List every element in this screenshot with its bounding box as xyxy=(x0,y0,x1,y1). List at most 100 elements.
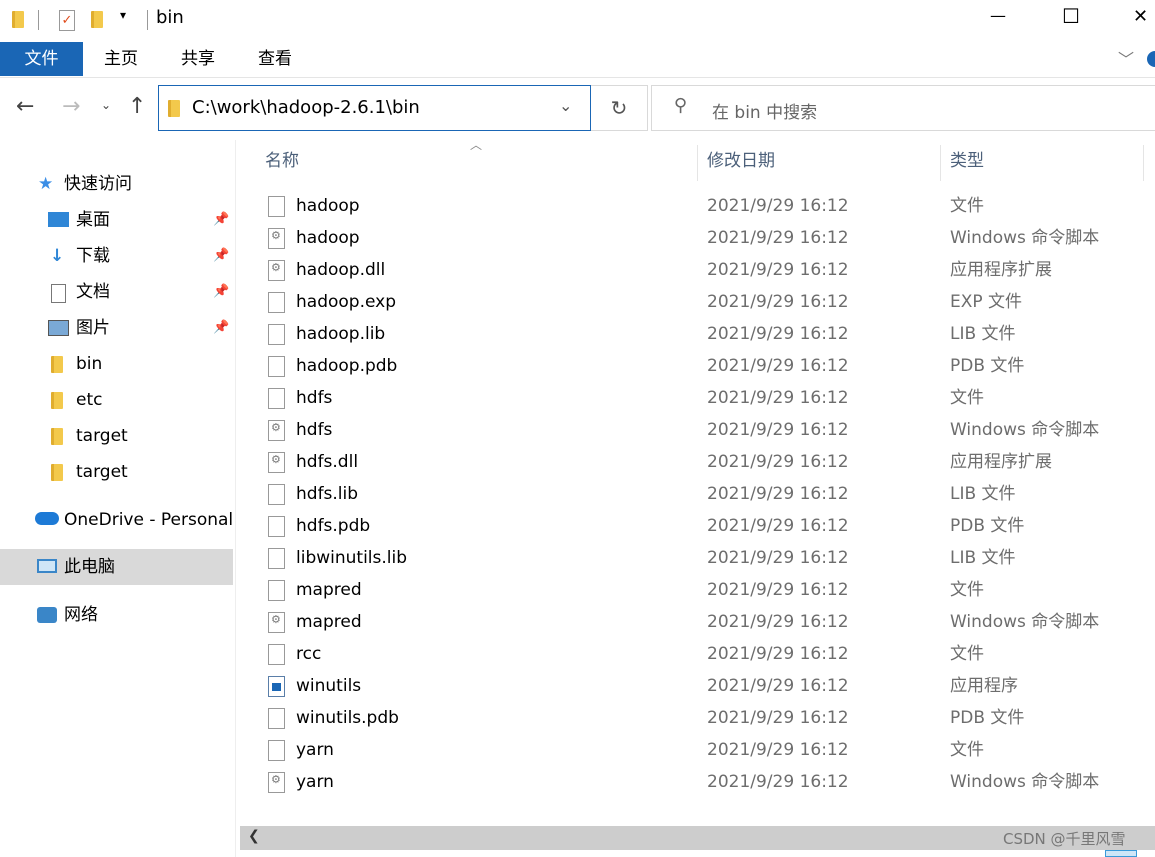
expand-ribbon-icon[interactable]: ﹀ xyxy=(1118,46,1134,70)
sidebar-item-etc[interactable]: etc xyxy=(0,382,233,418)
pin-icon[interactable]: 📌 xyxy=(213,310,229,346)
file-type: LIB 文件 xyxy=(950,548,1016,568)
address-path[interactable]: C:\work\hadoop-2.6.1\bin xyxy=(192,97,420,118)
column-header-date[interactable]: 修改日期 xyxy=(698,145,941,181)
file-row[interactable]: hadoop 2021/9/29 16:12 文件 xyxy=(240,190,1140,222)
file-row[interactable]: hdfs 2021/9/29 16:12 Windows 命令脚本 xyxy=(240,412,1140,446)
file-row[interactable]: yarn 2021/9/29 16:12 文件 xyxy=(240,734,1140,766)
file-row[interactable]: hdfs.dll 2021/9/29 16:12 应用程序扩展 xyxy=(240,444,1140,478)
sidebar-item-pictures[interactable]: 图片 📌 xyxy=(0,310,233,346)
file-name: yarn xyxy=(296,740,334,760)
file-row[interactable]: hdfs.pdb 2021/9/29 16:12 PDB 文件 xyxy=(240,510,1140,542)
file-row[interactable]: mapred 2021/9/29 16:12 Windows 命令脚本 xyxy=(240,604,1140,638)
view-toggle-button[interactable] xyxy=(1105,850,1137,857)
address-dropdown-icon[interactable]: ⌄ xyxy=(559,96,572,115)
computer-icon xyxy=(37,559,57,573)
file-row[interactable]: yarn 2021/9/29 16:12 Windows 命令脚本 xyxy=(240,764,1140,798)
cloud-icon xyxy=(35,512,59,525)
folder-icon xyxy=(12,11,24,28)
sidebar-item-desktop[interactable]: 桌面 📌 xyxy=(0,202,233,238)
file-name: hadoop xyxy=(296,228,360,248)
title-bar: ✓ ▾ bin — ☐ ✕ xyxy=(0,0,1155,40)
file-name: mapred xyxy=(296,580,362,600)
file-row[interactable]: hadoop.exp 2021/9/29 16:12 EXP 文件 xyxy=(240,286,1140,318)
sidebar-item-label: target xyxy=(76,426,128,446)
address-bar[interactable]: C:\work\hadoop-2.6.1\bin ⌄ xyxy=(158,85,591,131)
customize-toolbar-icon[interactable]: ▾ xyxy=(120,8,126,22)
file-name: hadoop.lib xyxy=(296,324,386,344)
recent-locations-icon[interactable]: ⌄ xyxy=(101,98,111,112)
pin-icon[interactable]: 📌 xyxy=(213,238,229,274)
sidebar-item-network[interactable]: 网络 xyxy=(0,597,233,633)
file-row[interactable]: winutils 2021/9/29 16:12 应用程序 xyxy=(240,670,1140,702)
file-row[interactable]: hadoop.dll 2021/9/29 16:12 应用程序扩展 xyxy=(240,252,1140,286)
sidebar-item-label: target xyxy=(76,462,128,482)
file-type: LIB 文件 xyxy=(950,484,1016,504)
tab-home[interactable]: 主页 xyxy=(90,42,152,76)
tab-share[interactable]: 共享 xyxy=(167,42,229,76)
sidebar-item-target[interactable]: target xyxy=(0,454,233,490)
file-name: winutils xyxy=(296,676,362,696)
help-icon[interactable] xyxy=(1147,51,1155,67)
sidebar-item-target[interactable]: target xyxy=(0,418,233,454)
file-row[interactable]: hdfs.lib 2021/9/29 16:12 LIB 文件 xyxy=(240,478,1140,510)
sidebar-item-label: 网络 xyxy=(64,605,98,625)
file-date: 2021/9/29 16:12 xyxy=(707,548,849,568)
new-folder-icon[interactable] xyxy=(91,11,103,28)
tab-view[interactable]: 查看 xyxy=(244,42,306,76)
forward-button[interactable]: → xyxy=(62,94,80,119)
maximize-button[interactable]: ☐ xyxy=(1062,4,1080,28)
file-date: 2021/9/29 16:12 xyxy=(707,740,849,760)
sidebar-item-downloads[interactable]: ↓ 下载 📌 xyxy=(0,238,233,274)
application-icon xyxy=(268,676,285,697)
column-header-name[interactable]: 名称 xyxy=(237,145,698,181)
file-type: 应用程序 xyxy=(950,676,1018,696)
pin-icon[interactable]: 📌 xyxy=(213,274,229,310)
scroll-left-icon[interactable]: ❮ xyxy=(248,828,260,844)
refresh-button[interactable]: ↻ xyxy=(591,85,648,131)
tab-file[interactable]: 文件 xyxy=(0,42,83,76)
search-icon: ⚲ xyxy=(674,95,688,116)
file-type: PDB 文件 xyxy=(950,708,1025,728)
search-input[interactable]: ⚲ 在 bin 中搜索 xyxy=(651,85,1155,131)
pin-icon[interactable]: 📌 xyxy=(213,202,229,238)
sidebar-item-onedrive[interactable]: OneDrive - Personal xyxy=(0,502,233,538)
file-row[interactable]: libwinutils.lib 2021/9/29 16:12 LIB 文件 xyxy=(240,542,1140,574)
watermark: CSDN @千里风雪 xyxy=(1003,830,1126,848)
file-row[interactable]: hadoop 2021/9/29 16:12 Windows 命令脚本 xyxy=(240,220,1140,254)
file-row[interactable]: mapred 2021/9/29 16:12 文件 xyxy=(240,574,1140,606)
file-date: 2021/9/29 16:12 xyxy=(707,420,849,440)
sidebar-item-label: bin xyxy=(76,354,103,374)
sidebar-item-bin[interactable]: bin xyxy=(0,346,233,382)
folder-icon xyxy=(51,356,63,373)
ribbon-tabs: 文件 主页 共享 查看 ﹀ xyxy=(0,42,1155,78)
file-row[interactable]: hdfs 2021/9/29 16:12 文件 xyxy=(240,382,1140,414)
file-icon xyxy=(268,484,285,505)
file-type: LIB 文件 xyxy=(950,324,1016,344)
sidebar-item-this-pc[interactable]: 此电脑 xyxy=(0,549,233,585)
file-row[interactable]: winutils.pdb 2021/9/29 16:12 PDB 文件 xyxy=(240,702,1140,734)
column-header-type[interactable]: 类型 xyxy=(941,145,1144,181)
file-date: 2021/9/29 16:12 xyxy=(707,708,849,728)
file-date: 2021/9/29 16:12 xyxy=(707,324,849,344)
close-button[interactable]: ✕ xyxy=(1133,6,1148,27)
file-type: 应用程序扩展 xyxy=(950,452,1052,472)
file-icon xyxy=(268,708,285,729)
sidebar-item-documents[interactable]: 文档 📌 xyxy=(0,274,233,310)
file-name: hdfs xyxy=(296,420,333,440)
sidebar-item-label: 图片 xyxy=(76,318,110,338)
file-row[interactable]: rcc 2021/9/29 16:12 文件 xyxy=(240,638,1140,670)
sidebar-item-quick-access[interactable]: ★ 快速访问 xyxy=(0,166,233,202)
minimize-button[interactable]: — xyxy=(990,6,1006,25)
properties-icon[interactable]: ✓ xyxy=(59,10,75,31)
sidebar-item-label: 此电脑 xyxy=(64,557,115,577)
script-icon xyxy=(268,764,285,796)
up-button[interactable]: ↑ xyxy=(128,94,146,119)
file-name: hadoop xyxy=(296,196,360,216)
file-row[interactable]: hadoop.lib 2021/9/29 16:12 LIB 文件 xyxy=(240,318,1140,350)
file-row[interactable]: hadoop.pdb 2021/9/29 16:12 PDB 文件 xyxy=(240,350,1140,382)
back-button[interactable]: ← xyxy=(16,94,34,119)
file-icon xyxy=(268,580,285,601)
file-date: 2021/9/29 16:12 xyxy=(707,772,849,792)
navigation-pane: ★ 快速访问 桌面 📌 ↓ 下载 📌 文档 📌 图片 📌 bin etc target ta… xyxy=(0,140,236,857)
